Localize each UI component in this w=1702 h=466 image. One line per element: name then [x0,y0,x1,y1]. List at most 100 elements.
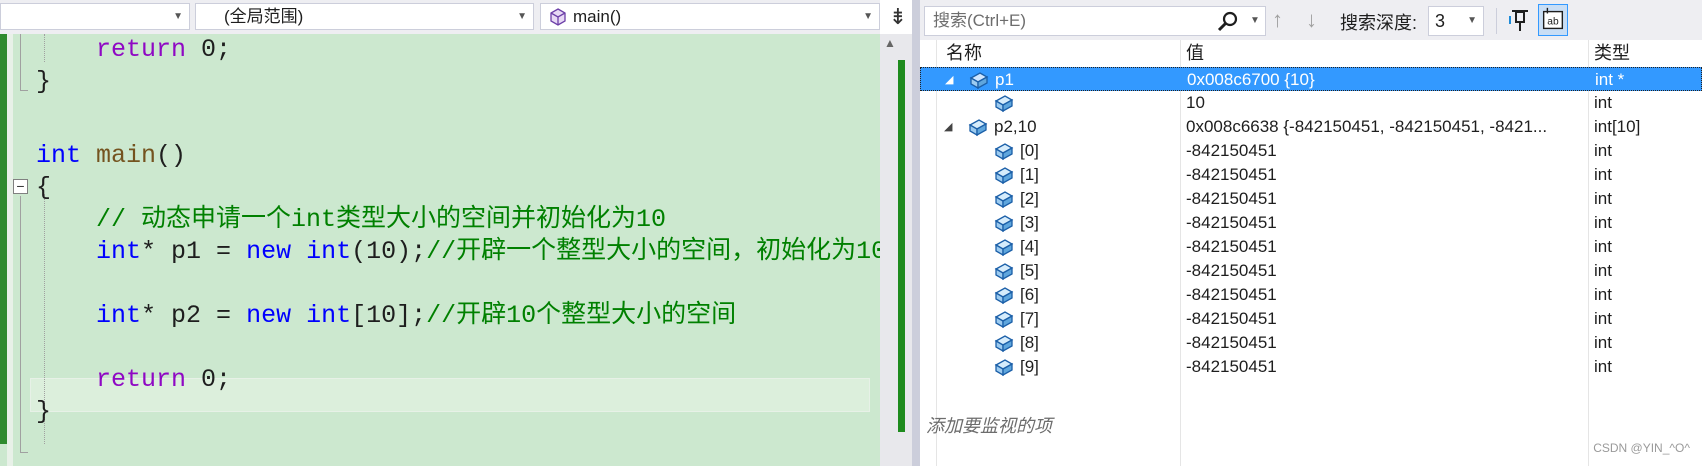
watch-row[interactable]: ◢ p1 0x008c6700 {10} int * [920,67,1702,91]
watch-search-input[interactable]: 搜索(Ctrl+E) ▼ [924,6,1266,36]
outline-line [20,196,21,452]
split-window-icon[interactable]: ⇟ [884,3,912,31]
column-value-header[interactable]: 值 [1186,40,1204,67]
field-variable-icon [994,311,1014,329]
code-token: int [36,141,82,170]
watch-name-cell: [9] [1020,357,1039,376]
expand-toggle-icon[interactable]: ◢ [944,115,952,139]
watch-type-cell: int [1594,333,1612,352]
code-token: // 动态申请一个int类型大小的空间并初始化为10 [96,205,667,234]
watch-value-cell[interactable]: -842150451 [1186,259,1584,283]
watch-name-cell: [0] [1020,141,1039,160]
watch-type-cell: int [1594,237,1612,256]
watch-row[interactable]: [0] -842150451 int [920,139,1702,163]
watch-row[interactable]: [2] -842150451 int [920,187,1702,211]
watermark: CSDN @YIN_^O^ [1593,441,1690,455]
watch-value-cell[interactable]: -842150451 [1186,163,1584,187]
watch-value-cell[interactable]: -842150451 [1186,139,1584,163]
watch-row[interactable]: [1] -842150451 int [920,163,1702,187]
watch-name-cell: [6] [1020,285,1039,304]
code-editor[interactable]: ▼ (全局范围) ▼ main() ▼ − return 0;} int main… [0,0,912,466]
chevron-down-icon: ▼ [1467,15,1477,26]
pin-icon[interactable] [1506,6,1534,34]
code-line: int* p2 = new int[10];//开辟10个整型大小的空间 [36,300,736,332]
search-previous-icon[interactable]: ↑ [1272,7,1283,33]
watch-type-cell: int [1594,189,1612,208]
collapse-outline-button[interactable]: − [13,179,28,194]
chevron-down-icon: ▼ [863,11,873,22]
code-line: return 0; [36,34,231,66]
search-next-icon[interactable]: ↓ [1306,7,1317,33]
watch-row[interactable]: ◢ p2,10 0x008c6638 {-842150451, -842150451… [920,115,1702,139]
code-token: new [246,237,292,266]
project-dropdown[interactable]: ▼ [0,3,190,30]
watch-value-cell[interactable]: 10 [1186,91,1584,115]
code-token: new [246,301,292,330]
watch-window: 搜索(Ctrl+E) ▼ ↑ ↓ 搜索深度: 3 ▼ ab 名称 值 类型 ◢ … [920,0,1702,466]
code-token: //开辟一个整型大小的空间，初始化为10 [426,237,880,266]
scope-dropdown[interactable]: (全局范围) ▼ [195,3,534,30]
watch-row[interactable]: [8] -842150451 int [920,331,1702,355]
code-line: { [36,172,51,204]
code-token: main [96,141,157,170]
field-variable-icon [994,167,1014,185]
watch-value-cell[interactable]: -842150451 [1186,307,1584,331]
watch-value-cell[interactable]: 0x008c6700 {10} [1187,68,1585,92]
toolbar-separator [1496,8,1497,34]
watch-name-cell: [5] [1020,261,1039,280]
scroll-up-arrow-icon[interactable]: ▲ [884,36,896,50]
watch-name-cell: p2,10 [994,117,1037,136]
watch-type-cell: int [1594,213,1612,232]
watch-type-cell: int [1594,93,1612,112]
watch-value-cell[interactable]: -842150451 [1186,331,1584,355]
field-variable-icon [994,95,1014,113]
code-token: int [306,301,352,330]
watch-row[interactable]: [6] -842150451 int [920,283,1702,307]
code-token: [10]; [351,301,427,330]
column-name-header[interactable]: 名称 [946,40,982,67]
search-depth-label: 搜索深度: [1340,13,1418,33]
watch-value-cell[interactable]: -842150451 [1186,211,1584,235]
column-type-header[interactable]: 类型 [1594,40,1630,67]
code-token: 0; [186,35,232,64]
watch-row[interactable]: [9] -842150451 int [920,355,1702,379]
watch-type-cell: int [1594,261,1612,280]
watch-name-cell: [1] [1020,165,1039,184]
navigation-bar: ▼ (全局范围) ▼ main() ▼ [0,0,880,35]
watch-row[interactable]: [5] -842150451 int [920,259,1702,283]
watch-value-cell[interactable]: -842150451 [1186,283,1584,307]
member-dropdown[interactable]: main() ▼ [540,3,880,30]
watch-value-cell[interactable]: -842150451 [1186,187,1584,211]
watch-row[interactable]: 10 int [920,91,1702,115]
field-variable-icon [994,287,1014,305]
magnifier-icon[interactable] [1217,11,1239,33]
vertical-scrollbar[interactable] [880,34,912,466]
code-text-area[interactable]: − return 0;} int main(){ // 动态申请一个int类型大小… [0,34,880,466]
watch-value-cell[interactable]: 0x008c6638 {-842150451, -842150451, -842… [1186,115,1584,139]
watch-row[interactable]: [7] -842150451 int [920,307,1702,331]
watch-value-cell[interactable]: -842150451 [1186,235,1584,259]
code-token: * p2 = [141,301,247,330]
pane-splitter[interactable] [912,0,920,466]
expand-toggle-icon[interactable]: ◢ [945,68,953,92]
watch-row[interactable]: [4] -842150451 int [920,235,1702,259]
watch-value-cell[interactable]: -842150451 [1186,355,1584,379]
watch-row[interactable]: [3] -842150451 int [920,211,1702,235]
code-line: return 0; [36,364,231,396]
hex-display-icon[interactable]: ab [1538,4,1568,36]
code-token: //开辟10个整型大小的空间 [426,301,737,330]
code-token: return [96,35,187,64]
watch-name-cell: [4] [1020,237,1039,256]
add-watch-item[interactable]: 添加要监视的项 [926,412,1052,438]
chevron-down-icon[interactable]: ▼ [1250,7,1260,35]
chevron-down-icon: ▼ [517,11,527,22]
watch-name-cell: [8] [1020,333,1039,352]
watch-type-cell: int [1594,141,1612,160]
search-depth-select[interactable]: 3 ▼ [1428,6,1484,36]
code-token: { [36,173,52,202]
